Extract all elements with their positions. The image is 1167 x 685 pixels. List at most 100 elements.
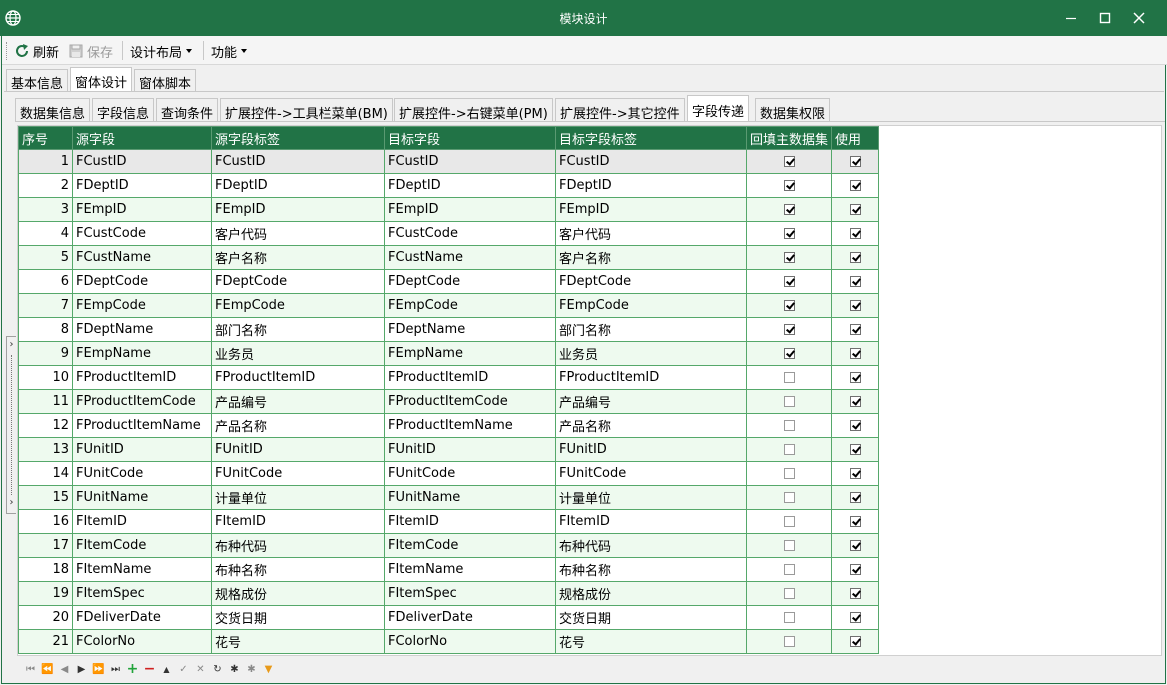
backfill-checkbox[interactable] xyxy=(783,204,795,215)
cell-no[interactable]: 19 xyxy=(18,581,73,606)
table-row[interactable]: 12 FProductItemName 产品名称 FProductItemName 产品… xyxy=(18,413,880,438)
tab-context-menu[interactable]: 扩展控件->右键菜单(PM) xyxy=(394,98,553,122)
cell-target-field[interactable]: FEmpID xyxy=(384,197,556,222)
minus-icon[interactable]: − xyxy=(141,660,158,678)
backfill-checkbox[interactable] xyxy=(783,372,795,383)
cell-target-field[interactable]: FDeptCode xyxy=(384,269,556,294)
asterisk-icon[interactable]: ✱ xyxy=(226,660,243,678)
cell-source-field[interactable]: FDeptID xyxy=(72,173,212,198)
backfill-checkbox[interactable] xyxy=(783,588,795,599)
cell-no[interactable]: 7 xyxy=(18,293,73,318)
cell-target-label[interactable]: FDeptID xyxy=(555,173,747,198)
table-row[interactable]: 14 FUnitCode FUnitCode FUnitCode FUnitCode xyxy=(18,461,880,486)
cell-source-field[interactable]: FItemCode xyxy=(72,533,212,558)
column-header-target-field[interactable]: 目标字段 xyxy=(384,126,556,150)
cell-no[interactable]: 1 xyxy=(18,149,73,174)
cell-no[interactable]: 13 xyxy=(18,437,73,462)
cell-source-field[interactable]: FUnitName xyxy=(72,485,212,510)
backfill-checkbox[interactable] xyxy=(783,228,795,239)
table-row[interactable]: 21 FColorNo 花号 FColorNo 花号 xyxy=(18,629,880,654)
next-icon[interactable]: ▶ xyxy=(73,660,90,678)
cell-source-field[interactable]: FEmpCode xyxy=(72,293,212,318)
table-row[interactable]: 20 FDeliverDate 交货日期 FDeliverDate 交货日期 xyxy=(18,605,880,630)
cell-target-field[interactable]: FUnitID xyxy=(384,437,556,462)
use-checkbox[interactable] xyxy=(849,492,861,503)
next-page-icon[interactable]: ⏩ xyxy=(90,660,107,678)
cell-source-label[interactable]: FItemID xyxy=(211,509,385,534)
backfill-checkbox[interactable] xyxy=(783,468,795,479)
cell-no[interactable]: 2 xyxy=(18,173,73,198)
backfill-checkbox[interactable] xyxy=(783,324,795,335)
cell-source-field[interactable]: FProductItemID xyxy=(72,365,212,390)
cell-source-label[interactable]: 产品编号 xyxy=(211,389,385,414)
backfill-checkbox[interactable] xyxy=(783,444,795,455)
backfill-checkbox[interactable] xyxy=(783,180,795,191)
cell-no[interactable]: 9 xyxy=(18,341,73,366)
cell-target-label[interactable]: 部门名称 xyxy=(555,317,747,342)
cell-target-label[interactable]: FUnitID xyxy=(555,437,747,462)
column-header-use[interactable]: 使用 xyxy=(831,126,880,150)
cell-target-label[interactable]: 客户代码 xyxy=(555,221,747,246)
cell-target-label[interactable]: FUnitCode xyxy=(555,461,747,486)
table-row[interactable]: 13 FUnitID FUnitID FUnitID FUnitID xyxy=(18,437,880,462)
cell-target-label[interactable]: FItemID xyxy=(555,509,747,534)
cell-target-label[interactable]: 布种代码 xyxy=(555,533,747,558)
cell-target-label[interactable]: 规格成份 xyxy=(555,581,747,606)
cell-target-label[interactable]: FProductItemID xyxy=(555,365,747,390)
cell-target-label[interactable]: 交货日期 xyxy=(555,605,747,630)
backfill-checkbox[interactable] xyxy=(783,612,795,623)
cell-source-field[interactable]: FCustCode xyxy=(72,221,212,246)
use-checkbox[interactable] xyxy=(849,612,861,623)
table-row[interactable]: 9 FEmpName 业务员 FEmpName 业务员 xyxy=(18,341,880,366)
use-checkbox[interactable] xyxy=(849,324,861,335)
table-row[interactable]: 6 FDeptCode FDeptCode FDeptCode FDeptCode xyxy=(18,269,880,294)
maximize-button[interactable] xyxy=(1088,0,1122,36)
cell-source-label[interactable]: 业务员 xyxy=(211,341,385,366)
cell-source-label[interactable]: FEmpID xyxy=(211,197,385,222)
column-header-backfill[interactable]: 回填主数据集 xyxy=(745,126,833,150)
table-row[interactable]: 2 FDeptID FDeptID FDeptID FDeptID xyxy=(18,173,880,198)
cell-source-label[interactable]: 产品名称 xyxy=(211,413,385,438)
cell-source-label[interactable]: 布种代码 xyxy=(211,533,385,558)
first-icon[interactable]: ⏮ xyxy=(22,660,39,678)
cell-source-label[interactable]: 客户名称 xyxy=(211,245,385,270)
cell-source-label[interactable]: FUnitCode xyxy=(211,461,385,486)
cell-target-field[interactable]: FDeptID xyxy=(384,173,556,198)
use-checkbox[interactable] xyxy=(849,252,861,263)
cell-target-label[interactable]: FEmpID xyxy=(555,197,747,222)
function-menu-button[interactable]: 功能 xyxy=(211,41,248,61)
cell-no[interactable]: 3 xyxy=(18,197,73,222)
use-checkbox[interactable] xyxy=(849,372,861,383)
cell-source-field[interactable]: FCustName xyxy=(72,245,212,270)
cell-target-label[interactable]: 业务员 xyxy=(555,341,747,366)
use-checkbox[interactable] xyxy=(849,540,861,551)
table-row[interactable]: 15 FUnitName 计量单位 FUnitName 计量单位 xyxy=(18,485,880,510)
cell-target-field[interactable]: FUnitCode xyxy=(384,461,556,486)
tab-toolbar-menu[interactable]: 扩展控件->工具栏菜单(BM) xyxy=(220,98,393,122)
cell-source-label[interactable]: FProductItemID xyxy=(211,365,385,390)
use-checkbox[interactable] xyxy=(849,276,861,287)
cell-source-label[interactable]: 交货日期 xyxy=(211,605,385,630)
cell-target-label[interactable]: 计量单位 xyxy=(555,485,747,510)
cell-source-label[interactable]: 布种名称 xyxy=(211,557,385,582)
tab-dataset-info[interactable]: 数据集信息 xyxy=(15,98,91,122)
column-header-source-field[interactable]: 源字段 xyxy=(72,126,212,150)
prev-page-icon[interactable]: ⏪ xyxy=(39,660,56,678)
use-checkbox[interactable] xyxy=(849,468,861,479)
last-icon[interactable]: ⏭ xyxy=(107,660,124,678)
use-checkbox[interactable] xyxy=(849,588,861,599)
cell-source-field[interactable]: FItemName xyxy=(72,557,212,582)
table-row[interactable]: 5 FCustName 客户名称 FCustName 客户名称 xyxy=(18,245,880,270)
backfill-checkbox[interactable] xyxy=(783,396,795,407)
cell-no[interactable]: 11 xyxy=(18,389,73,414)
cell-source-field[interactable]: FCustID xyxy=(72,149,212,174)
use-checkbox[interactable] xyxy=(849,444,861,455)
use-checkbox[interactable] xyxy=(849,180,861,191)
table-row[interactable]: 17 FItemCode 布种代码 FItemCode 布种代码 xyxy=(18,533,880,558)
cell-target-field[interactable]: FDeliverDate xyxy=(384,605,556,630)
cell-no[interactable]: 16 xyxy=(18,509,73,534)
cell-no[interactable]: 6 xyxy=(18,269,73,294)
table-row[interactable]: 11 FProductItemCode 产品编号 FProductItemCode 产品… xyxy=(18,389,880,414)
up-icon[interactable]: ▲ xyxy=(158,660,175,678)
backfill-checkbox[interactable] xyxy=(783,252,795,263)
